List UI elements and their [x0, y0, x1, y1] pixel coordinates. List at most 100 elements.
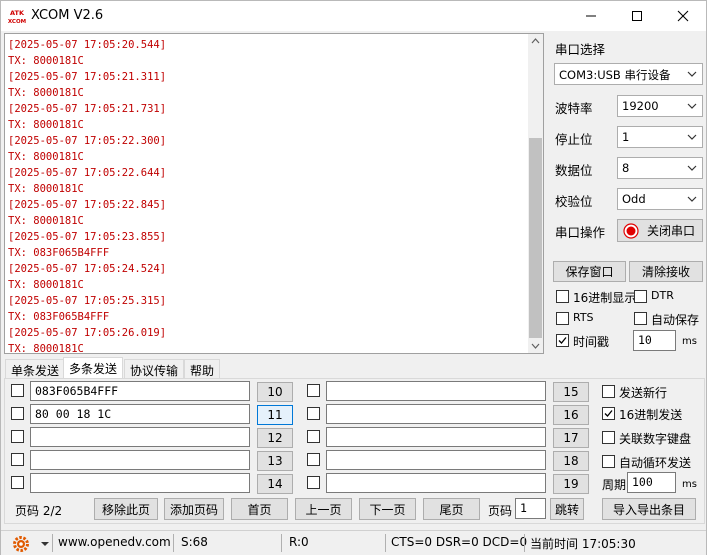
current-time: 当前时间 17:05:30 — [530, 537, 636, 551]
send-row-button[interactable]: 13 — [257, 451, 293, 471]
send-row-button-label: 13 — [267, 454, 283, 468]
tab-single-send[interactable]: 单条发送 — [5, 359, 66, 378]
send-row-input[interactable] — [326, 427, 546, 447]
page-input[interactable]: 1 — [515, 498, 546, 519]
maximize-button[interactable] — [614, 1, 660, 31]
data-bits-label: 数据位 — [555, 163, 593, 178]
prev-page-button[interactable]: 上一页 — [295, 498, 352, 520]
stop-bits-select[interactable]: 1 — [617, 126, 703, 148]
send-row-input[interactable] — [30, 473, 250, 493]
send-row-input[interactable] — [30, 427, 250, 447]
hex-send-label: 16进制发送 — [619, 408, 683, 422]
chevron-down-icon — [687, 103, 697, 109]
import-export-button[interactable]: 导入导出条目 — [602, 498, 696, 520]
dtr-checkbox[interactable] — [634, 290, 647, 303]
parity-select[interactable]: Odd — [617, 188, 703, 210]
chevron-down-icon[interactable] — [41, 540, 49, 548]
send-newline-checkbox[interactable] — [602, 385, 615, 398]
send-row-button-label: 11 — [267, 408, 283, 422]
xcom-logo-icon: ATK XCOM — [8, 7, 26, 25]
first-page-button[interactable]: 首页 — [231, 498, 288, 520]
tab-label: 多条发送 — [69, 362, 118, 376]
remove-page-button[interactable]: 移除此页 — [94, 498, 158, 520]
add-page-button[interactable]: 添加页码 — [164, 498, 224, 520]
next-page-button[interactable]: 下一页 — [359, 498, 416, 520]
close-button[interactable] — [660, 1, 706, 31]
send-row-button[interactable]: 10 — [257, 382, 293, 402]
timestamp-checkbox[interactable] — [556, 334, 569, 347]
send-row-checkbox[interactable] — [307, 476, 320, 489]
send-row-button[interactable]: 18 — [553, 451, 589, 471]
jump-button[interactable]: 跳转 — [550, 498, 584, 520]
send-row-button[interactable]: 11 — [257, 405, 293, 425]
send-row-checkbox[interactable] — [307, 453, 320, 466]
checkmark-icon — [558, 337, 567, 344]
status-bar: www.openedv.com S:68 R:0 CTS=0 DSR=0 DCD… — [1, 530, 706, 555]
gear-icon[interactable] — [11, 534, 31, 554]
auto-save-checkbox[interactable] — [634, 312, 647, 325]
received-count: R:0 — [289, 535, 309, 549]
website-link[interactable]: www.openedv.com — [58, 535, 171, 549]
send-row-checkbox[interactable] — [11, 453, 24, 466]
send-row-button[interactable]: 12 — [257, 428, 293, 448]
num-keyboard-checkbox[interactable] — [602, 431, 615, 444]
send-row-input[interactable] — [326, 404, 546, 424]
num-keyboard-label: 关联数字键盘 — [619, 432, 692, 446]
send-row-input[interactable]: 80 00 18 1C — [30, 404, 250, 424]
send-row-input[interactable] — [326, 450, 546, 470]
receive-line: TX: 8000181C — [8, 151, 84, 163]
timestamp-input[interactable]: 10 — [633, 330, 676, 351]
scroll-thumb[interactable] — [529, 138, 542, 338]
chevron-down-icon — [687, 71, 697, 77]
parity-label: 校验位 — [555, 194, 593, 209]
send-row-checkbox[interactable] — [11, 407, 24, 420]
period-input[interactable]: 100 — [627, 472, 676, 493]
scroll-down-icon[interactable] — [528, 339, 543, 353]
minimize-button[interactable] — [568, 1, 614, 31]
maximize-icon — [632, 11, 642, 21]
last-page-button[interactable]: 尾页 — [423, 498, 480, 520]
receive-text: [2025-05-07 17:05:20.544] TX: 8000181C [20… — [8, 37, 167, 353]
port-select[interactable]: COM3:USB 串行设备 — [554, 63, 703, 85]
send-row-button[interactable]: 15 — [553, 382, 589, 402]
send-row-checkbox[interactable] — [307, 407, 320, 420]
send-row-button[interactable]: 16 — [553, 405, 589, 425]
parity-value: Odd — [622, 192, 646, 206]
tab-protocol[interactable]: 协议传输 — [124, 359, 185, 378]
tab-multi-send[interactable]: 多条发送 — [63, 357, 124, 379]
baud-select[interactable]: 19200 — [617, 95, 703, 117]
send-row-checkbox[interactable] — [11, 430, 24, 443]
send-row-button[interactable]: 14 — [257, 474, 293, 494]
port-select-value: COM3:USB 串行设备 — [559, 68, 671, 82]
receive-area[interactable]: [2025-05-07 17:05:20.544] TX: 8000181C [20… — [4, 33, 544, 354]
scroll-up-icon[interactable] — [528, 34, 543, 48]
receive-line: TX: 8000181C — [8, 279, 84, 291]
receive-scrollbar[interactable] — [528, 34, 543, 353]
hex-display-checkbox[interactable] — [556, 290, 569, 303]
send-row-input[interactable] — [326, 381, 546, 401]
page-label: 页码 — [488, 504, 513, 518]
send-newline-label: 发送新行 — [619, 386, 668, 400]
clear-receive-button[interactable]: 清除接收 — [629, 261, 703, 282]
auto-save-label: 自动保存 — [651, 313, 700, 327]
send-row-checkbox[interactable] — [11, 476, 24, 489]
rts-checkbox[interactable] — [556, 312, 569, 325]
send-row-checkbox[interactable] — [307, 384, 320, 397]
send-row-button[interactable]: 17 — [553, 428, 589, 448]
signal-status: CTS=0 DSR=0 DCD=0 — [391, 535, 528, 549]
add-page-label: 添加页码 — [169, 502, 218, 517]
send-row-checkbox[interactable] — [11, 384, 24, 397]
receive-line: [2025-05-07 17:05:24.524] — [8, 263, 167, 275]
send-row-checkbox[interactable] — [307, 430, 320, 443]
close-port-label: 关闭串口 — [647, 224, 696, 238]
hex-send-checkbox[interactable] — [602, 407, 615, 420]
auto-loop-checkbox[interactable] — [602, 455, 615, 468]
close-port-button[interactable]: 关闭串口 — [617, 219, 703, 242]
save-window-button[interactable]: 保存窗口 — [553, 261, 626, 282]
send-row-input[interactable] — [30, 450, 250, 470]
send-row-input[interactable]: 083F065B4FFF — [30, 381, 250, 401]
send-row-input[interactable] — [326, 473, 546, 493]
send-row-button[interactable]: 19 — [553, 474, 589, 494]
tab-help[interactable]: 帮助 — [184, 359, 221, 378]
data-bits-select[interactable]: 8 — [617, 157, 703, 179]
